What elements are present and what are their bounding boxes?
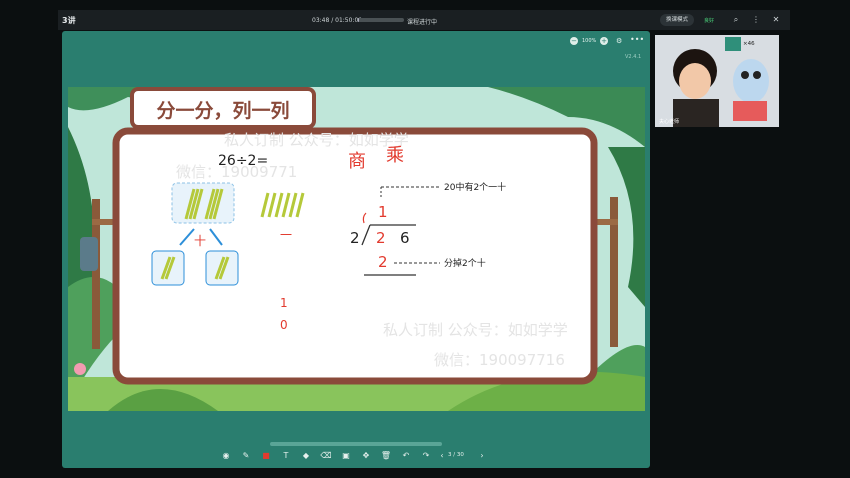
text-icon[interactable]: T [280,450,292,462]
zoom-level: 100% [582,38,597,44]
note-bottom: 分掉2个十 [444,257,486,269]
bundle-box-right [205,250,239,286]
pen-icon[interactable]: ✎ [240,450,252,462]
product: 2 [378,253,388,271]
page-indicator: 3 / 30 [448,452,464,458]
handwritten-shang: 商 [348,151,366,172]
quotient-tens: 1 [378,203,388,221]
screenshot-icon[interactable]: ▣ [340,450,352,462]
handwritten-cheng: 乘 [386,145,404,166]
zoom-in-button[interactable]: + [600,37,608,45]
note-top: 20中有2个一十 [444,181,506,193]
slide-scrollbar[interactable] [270,442,442,446]
handwritten-one: 一 [280,228,292,242]
network-status: 良好 [704,18,715,24]
redo-icon[interactable]: ↷ [420,450,432,462]
more-vertical-icon[interactable]: ⋮ [750,14,762,26]
courseware-panel: − 100% + ⚙ ••• V2.4.1 分一分，列一列 私人订制 公众号：如… [62,31,650,468]
watermark-4: 微信：190097716 [434,351,565,369]
dividend-tens: 2 [376,229,386,247]
class-timer: 03:48 / 01:50:00 [312,17,363,24]
courseware-version: V2.4.1 [625,54,642,60]
move-icon[interactable]: ✥ [360,450,372,462]
reward-count: ×46 [743,41,755,47]
switch-mode-button[interactable]: 换课模式 [660,14,695,26]
class-progress-fill [358,18,360,22]
panel-toolbar: − 100% + ⚙ ••• [62,31,650,51]
next-page-icon[interactable]: › [476,450,488,462]
color-icon[interactable]: ■ [260,450,272,462]
top-bar: 3讲 03:48 / 01:50:00 课程进行中 换课模式 良好 ⌕ ⋮ ✕ [58,10,790,30]
handwritten-1: 1 [280,296,288,310]
teacher-video[interactable]: ×46 夫心老师 [655,35,779,127]
record-icon[interactable]: ◉ [220,450,232,462]
more-horizontal-icon[interactable]: ••• [630,35,644,44]
slide-title: 分一分，列一列 [156,100,289,122]
watermark-3: 私人订制 公众号：如如学学 [383,321,568,339]
divisor: 2 [350,229,360,247]
handwritten-ten: 十 [194,234,206,248]
dividend-ones: 6 [400,229,410,247]
bundle-box-left [151,250,185,286]
fit-screen-icon[interactable]: ⚙ [616,36,626,46]
slide[interactable]: 分一分，列一列 私人订制 公众号：如如学学 微信：19009771 私人订制 公… [68,87,645,411]
search-icon[interactable]: ⌕ [730,14,742,26]
shape-icon[interactable]: ◆ [300,450,312,462]
teacher-name: 夫心老师 [659,119,680,125]
undo-icon[interactable]: ↶ [400,450,412,462]
delete-icon[interactable]: 🗑 [380,450,392,462]
lesson-title: 3讲 [62,16,76,25]
ten-bundles-box [171,182,235,224]
drawing-toolbar: ◉ ✎ ■ T ◆ ⌫ ▣ ✥ 🗑 ↶ ↷ ‹ 3 / 30 › [210,447,500,465]
zoom-out-button[interactable]: − [570,37,578,45]
prev-page-icon[interactable]: ‹ [436,450,448,462]
handwritten-0: 0 [280,318,288,332]
class-progress-bar [358,18,404,22]
equation-text: 26÷2= [218,153,268,169]
slide-canvas: 分一分，列一列 私人订制 公众号：如如学学 微信：19009771 私人订制 公… [68,87,645,411]
teacher-avatar [655,35,779,127]
app-window: 3讲 03:48 / 01:50:00 课程进行中 换课模式 良好 ⌕ ⋮ ✕ … [0,0,850,478]
watermark-1: 私人订制 公众号：如如学学 [224,131,409,149]
class-status: 课程进行中 [407,19,438,26]
eraser-icon[interactable]: ⌫ [320,450,332,462]
close-icon[interactable]: ✕ [770,14,782,26]
